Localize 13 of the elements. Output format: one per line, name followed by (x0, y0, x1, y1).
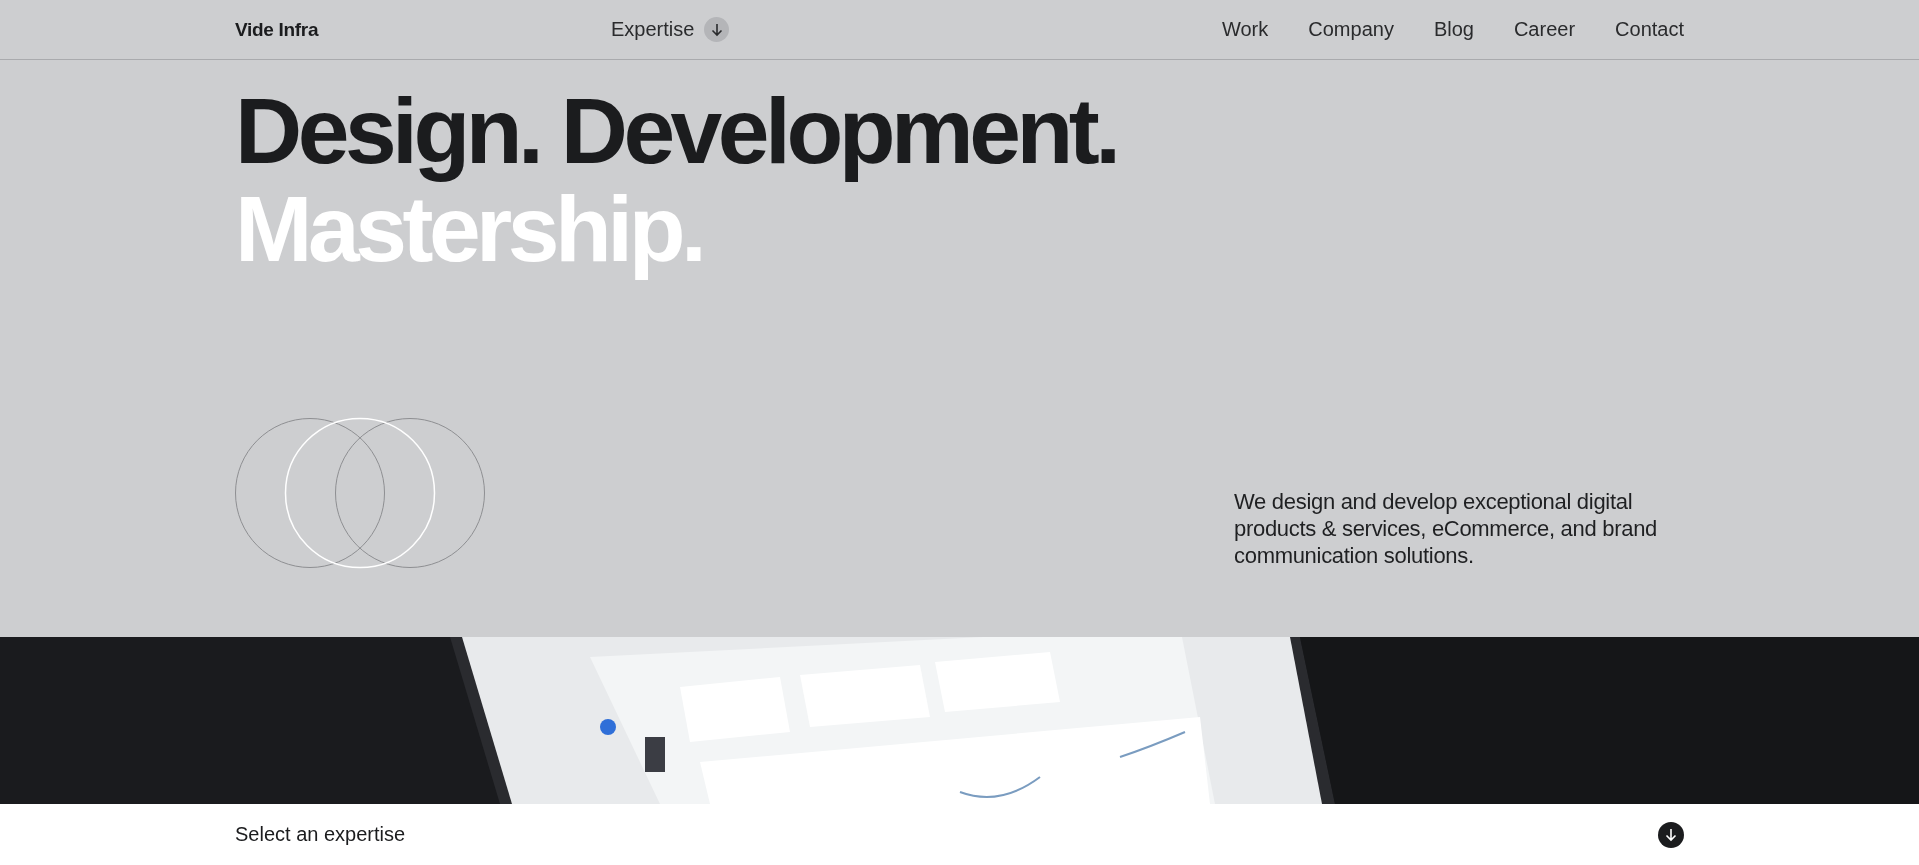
expertise-menu[interactable]: Expertise (611, 17, 730, 42)
logo[interactable]: Vide Infra (235, 18, 611, 41)
headline: Design. Development. (235, 82, 1118, 180)
arrow-down-icon (710, 22, 723, 37)
scroll-down-button[interactable] (1658, 821, 1684, 848)
description: We design and develop exceptional digital products & services, eCommerce, and brand communication solutions. (1234, 488, 1658, 569)
nav-link[interactable]: Career (1513, 18, 1576, 41)
nav-link[interactable]: Work (1221, 18, 1269, 41)
nav-link[interactable]: Company (1308, 18, 1394, 41)
nav-link[interactable]: Blog (1433, 18, 1474, 41)
arrow-down-icon (1665, 827, 1677, 842)
select-expertise-label: Select an expertise (235, 823, 406, 846)
nav-link[interactable]: Contact (1615, 18, 1684, 41)
